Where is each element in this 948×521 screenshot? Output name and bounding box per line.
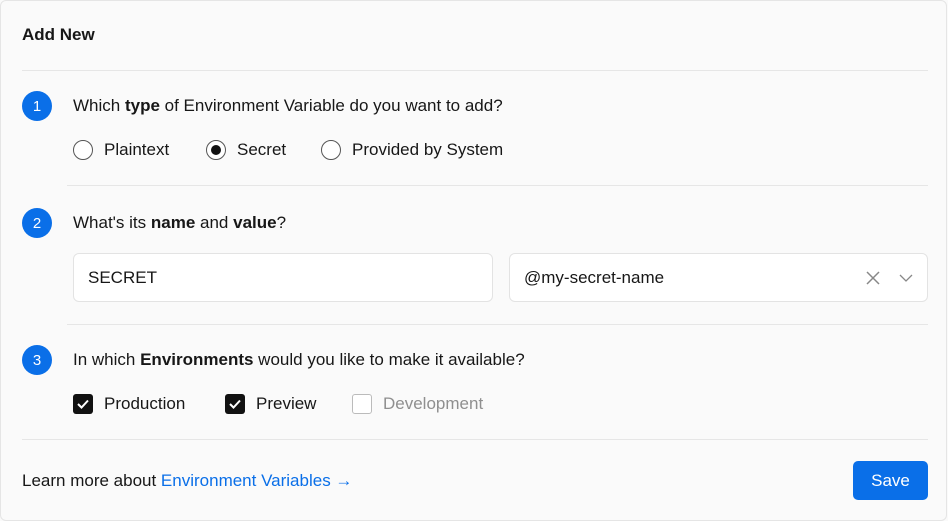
chevron-down-icon[interactable] — [899, 274, 913, 283]
checkbox-label: Development — [383, 394, 484, 413]
checkbox-preview[interactable]: Preview — [225, 394, 316, 414]
q-bold: value — [233, 213, 277, 232]
q-bold: name — [150, 213, 196, 232]
step-3-question: In which Environments would you like to … — [73, 350, 525, 370]
save-button[interactable]: Save — [853, 461, 928, 500]
divider — [22, 70, 928, 71]
q-text: Which — [73, 96, 125, 115]
divider — [67, 185, 928, 186]
q-text: would you like to make it available? — [253, 350, 525, 369]
step-badge-1: 1 — [22, 91, 52, 121]
checkbox-production[interactable]: Production — [73, 394, 185, 414]
step-2-question: What's its name and value? — [73, 213, 286, 233]
step-badge-2: 2 — [22, 208, 52, 238]
radio-icon — [321, 140, 341, 160]
radio-plaintext[interactable]: Plaintext — [73, 140, 169, 160]
step-badge-3: 3 — [22, 345, 52, 375]
checkbox-checked-icon — [225, 394, 245, 414]
q-bold: type — [124, 96, 160, 115]
radio-selected-icon — [206, 140, 226, 160]
checkbox-label: Preview — [256, 394, 317, 413]
radio-icon — [73, 140, 93, 160]
divider — [22, 439, 928, 440]
footer-label: Learn more about — [22, 471, 161, 490]
card-title: Add New — [22, 25, 95, 44]
radio-label: Plaintext — [104, 140, 170, 159]
name-input[interactable]: SECRET — [73, 253, 493, 302]
checkbox-label: Production — [104, 394, 186, 413]
clear-icon[interactable] — [866, 271, 880, 285]
q-bold: Environments — [140, 350, 254, 369]
q-text: In which — [73, 350, 141, 369]
radio-label: Provided by System — [352, 140, 504, 159]
divider — [67, 324, 928, 325]
checkbox-checked-icon — [73, 394, 93, 414]
checkbox-development[interactable]: Development — [352, 394, 483, 414]
secret-select-value: @my-secret-name — [524, 267, 665, 287]
secret-select[interactable]: @my-secret-name — [509, 253, 928, 302]
checkbox-unchecked-icon — [352, 394, 372, 414]
q-text: of Environment Variable do you want to a… — [159, 96, 503, 115]
q-text: ? — [276, 213, 287, 232]
radio-secret[interactable]: Secret — [206, 140, 286, 160]
environment-variables-link[interactable]: Environment Variables → — [161, 471, 353, 490]
radio-provided-by-system[interactable]: Provided by System — [321, 140, 503, 160]
footer-text: Learn more about Environment Variables → — [22, 471, 352, 491]
add-new-card: Add New 1 Which type of Environment Vari… — [0, 0, 947, 521]
q-text: and — [195, 213, 234, 232]
step-1-question: Which type of Environment Variable do yo… — [73, 96, 503, 116]
q-text: What's its — [73, 213, 151, 232]
radio-label: Secret — [237, 140, 287, 159]
